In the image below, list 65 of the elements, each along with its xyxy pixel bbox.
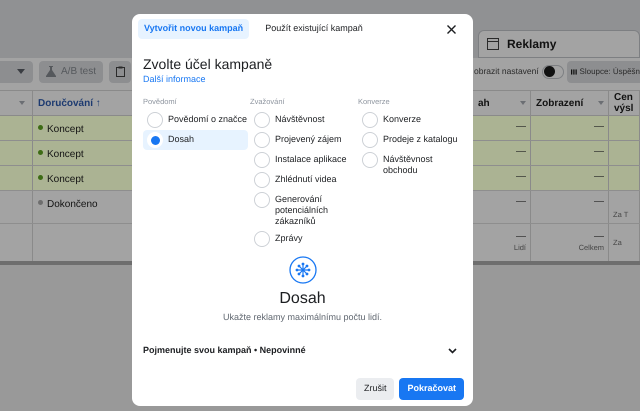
campaign-name-section[interactable]: Pojmenujte svou kampaň • Nepovinné [138,338,467,362]
radio-button[interactable] [362,152,378,168]
continue-button[interactable]: Pokračovat [399,378,464,400]
objective-option[interactable]: Generování potenciálních zákazníků [250,190,356,230]
cancel-button[interactable]: Zrušit [356,378,394,400]
chevron-icon [448,348,457,354]
columns-icon [570,68,577,76]
learn-more-link[interactable]: Další informace [138,73,211,85]
flask-icon [46,66,56,77]
reach-icon [288,256,316,284]
radio-button[interactable] [254,112,270,128]
column-header[interactable]: Zobrazení [536,98,584,108]
objective-option[interactable]: Zprávy [250,229,356,250]
objective-option[interactable]: Projevený zájem [250,130,356,150]
settings-label: obrazit nastavení [474,65,539,78]
objective-title: Dosah [279,289,326,309]
ads-tab[interactable]: Reklamy [478,30,640,58]
table-cell-text: — [594,120,604,134]
column-header[interactable]: Doručování ↑ [38,98,101,108]
objective-description: Ukažte reklamy maximálnímu počtu lidí. [222,311,382,324]
objective-option[interactable]: Dosah [143,130,248,150]
dialog-tab[interactable]: Použít existující kampaň [259,19,369,39]
toggle-switch[interactable] [542,64,564,78]
close-icon[interactable] [447,24,456,34]
dialog-tab[interactable]: Vytvořit novou kampaň [138,19,250,39]
dialog-title: Zvolte účel kampaně [142,56,274,73]
table-cell-text: — [594,195,604,209]
column-header[interactable]: Cen výsl [614,92,634,114]
objective-option[interactable]: Instalace aplikace [250,150,356,170]
table-cell-text: — [516,145,526,159]
radio-button[interactable] [254,231,270,248]
sort-caret-icon[interactable] [598,101,604,105]
column-header[interactable]: ah [478,98,490,108]
columns-button[interactable]: Sloupce: Úspěšn [566,60,640,82]
radio-button[interactable] [254,192,270,208]
status-label: Koncept [47,123,84,137]
window-icon [487,38,499,50]
sort-caret-icon[interactable] [19,101,25,105]
radio-button[interactable] [362,112,378,128]
radio-button[interactable] [254,172,270,188]
objective-option[interactable]: Návštěvnost obchodu [358,150,463,178]
status-label: Koncept [47,148,84,162]
clipboard-button[interactable] [109,60,132,82]
status-label: Koncept [47,173,84,187]
table-cell-text: — [516,195,526,209]
objective-option[interactable]: Povědomí o značce [143,110,248,130]
radio-button[interactable] [254,152,270,168]
table-cell-text: — [516,170,526,184]
table-cell-text: — [594,170,604,184]
radio-button[interactable] [362,132,378,148]
table-cell-text: — [594,145,604,159]
objective-option[interactable]: Prodeje z katalogu [358,130,463,150]
table-cell-text: — [516,120,526,134]
total-value: — [594,232,604,242]
sort-caret-icon[interactable] [520,101,526,105]
dropdown-button[interactable] [0,60,33,82]
caret-icon [17,69,25,74]
radio-button[interactable] [147,112,163,128]
objective-option[interactable]: Návštěvnost [250,110,356,130]
clipboard-icon [116,66,125,77]
status-label: Dokončeno [47,198,98,212]
objective-option[interactable]: Zhlédnutí videa [250,170,356,190]
total-value: — [516,232,526,242]
objective-option[interactable]: Konverze [358,110,463,130]
radio-button[interactable] [254,132,270,148]
